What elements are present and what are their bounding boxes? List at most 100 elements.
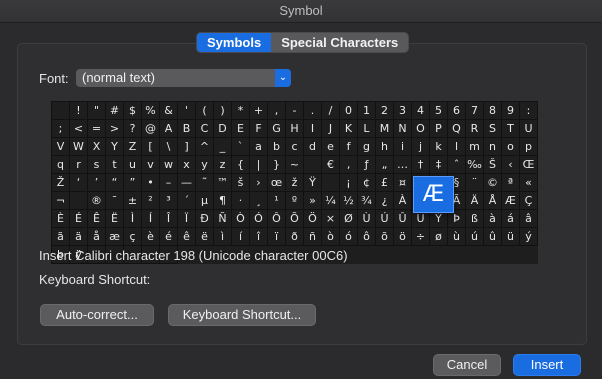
font-dropdown[interactable]: (normal text) ⌄	[76, 69, 291, 87]
symbol-cell[interactable]: L	[358, 120, 376, 138]
symbol-cell[interactable]: 2	[376, 102, 394, 120]
symbol-cell[interactable]: Ÿ	[304, 174, 322, 192]
keyboard-shortcut-button[interactable]: Keyboard Shortcut...	[168, 304, 316, 326]
symbol-cell[interactable]: W	[70, 138, 88, 156]
symbol-cell[interactable]: J	[322, 120, 340, 138]
symbol-cell[interactable]: :	[520, 102, 538, 120]
symbol-cell[interactable]: &	[160, 102, 178, 120]
symbol-cell[interactable]: D	[214, 120, 232, 138]
symbol-cell[interactable]: s	[88, 156, 106, 174]
symbol-cell[interactable]: ¢	[358, 174, 376, 192]
symbol-cell[interactable]: i	[394, 138, 412, 156]
symbol-cell[interactable]: ß	[466, 210, 484, 228]
symbol-cell[interactable]: ¨	[466, 174, 484, 192]
symbol-cell[interactable]: ’	[88, 174, 106, 192]
symbol-cell[interactable]: ý	[520, 228, 538, 246]
symbol-cell[interactable]: Ë	[106, 210, 124, 228]
symbol-cell[interactable]: ¤	[394, 174, 412, 192]
symbol-cell[interactable]: Q	[448, 120, 466, 138]
symbol-cell[interactable]: ˜	[196, 174, 214, 192]
symbol-cell[interactable]: o	[502, 138, 520, 156]
symbol-cell[interactable]: ú	[466, 228, 484, 246]
symbol-cell[interactable]: O	[412, 120, 430, 138]
symbol-cell[interactable]: Z	[124, 138, 142, 156]
symbol-cell[interactable]: ]	[178, 138, 196, 156]
symbol-cell[interactable]: m	[466, 138, 484, 156]
symbol-cell[interactable]: Ç	[520, 192, 538, 210]
symbol-cell[interactable]: p	[520, 138, 538, 156]
symbol-cell[interactable]: ™	[214, 174, 232, 192]
symbol-cell[interactable]: ,	[268, 102, 286, 120]
symbol-cell[interactable]: Ê	[88, 210, 106, 228]
symbol-cell[interactable]: ®	[88, 192, 106, 210]
symbol-cell[interactable]: ¿	[376, 192, 394, 210]
symbol-cell[interactable]	[304, 156, 322, 174]
symbol-cell[interactable]: ÷	[412, 228, 430, 246]
symbol-cell[interactable]: †	[412, 156, 430, 174]
symbol-cell[interactable]: 0	[340, 102, 358, 120]
symbol-cell[interactable]: «	[520, 174, 538, 192]
symbol-cell[interactable]: F	[250, 120, 268, 138]
symbol-cell[interactable]: Ô	[268, 210, 286, 228]
insert-button[interactable]: Insert	[513, 354, 581, 376]
symbol-cell[interactable]: 7	[466, 102, 484, 120]
symbol-cell[interactable]: r	[70, 156, 88, 174]
symbol-cell[interactable]: @	[142, 120, 160, 138]
symbol-cell[interactable]: y	[196, 156, 214, 174]
symbol-cell[interactable]: {	[232, 156, 250, 174]
symbol-cell[interactable]: í	[232, 228, 250, 246]
symbol-cell[interactable]: ã	[52, 228, 70, 246]
symbol-cell[interactable]: ¸	[250, 192, 268, 210]
symbol-cell[interactable]: œ	[268, 174, 286, 192]
symbol-cell[interactable]: c	[286, 138, 304, 156]
symbol-cell[interactable]: ›	[250, 174, 268, 192]
symbol-cell[interactable]: u	[124, 156, 142, 174]
symbol-cell[interactable]: ?	[124, 120, 142, 138]
symbol-cell[interactable]: š	[232, 174, 250, 192]
symbol-cell[interactable]: Õ	[286, 210, 304, 228]
symbol-cell[interactable]: à	[484, 210, 502, 228]
symbol-cell[interactable]: ð	[286, 228, 304, 246]
symbol-cell[interactable]: Ñ	[214, 210, 232, 228]
symbol-cell[interactable]: +	[250, 102, 268, 120]
symbol-cell[interactable]: M	[376, 120, 394, 138]
symbol-cell[interactable]: B	[178, 120, 196, 138]
symbol-cell[interactable]: ù	[448, 228, 466, 246]
symbol-cell[interactable]: Š	[484, 156, 502, 174]
symbol-cell[interactable]: ¬	[52, 192, 70, 210]
symbol-cell[interactable]: j	[412, 138, 430, 156]
symbol-cell[interactable]: ¹	[268, 192, 286, 210]
symbol-cell[interactable]: Ä	[466, 192, 484, 210]
symbol-cell[interactable]: è	[142, 228, 160, 246]
symbol-cell[interactable]: ±	[124, 192, 142, 210]
symbol-cell[interactable]: V	[52, 138, 70, 156]
symbol-cell[interactable]: R	[466, 120, 484, 138]
symbol-cell[interactable]: ²	[142, 192, 160, 210]
symbol-cell[interactable]: d	[304, 138, 322, 156]
symbol-cell[interactable]	[322, 174, 340, 192]
symbol-cell[interactable]: "	[88, 102, 106, 120]
symbol-cell[interactable]: »	[304, 192, 322, 210]
symbol-cell[interactable]: ¡	[340, 174, 358, 192]
symbol-cell[interactable]: ´	[178, 192, 196, 210]
symbol-cell[interactable]: /	[322, 102, 340, 120]
symbol-cell[interactable]: t	[106, 156, 124, 174]
symbol-cell[interactable]: (	[196, 102, 214, 120]
symbol-cell[interactable]: ó	[340, 228, 358, 246]
symbol-cell[interactable]: ¶	[214, 192, 232, 210]
symbol-cell[interactable]: ¼	[322, 192, 340, 210]
symbol-cell[interactable]: õ	[376, 228, 394, 246]
symbol-cell[interactable]: Æ	[502, 192, 520, 210]
symbol-cell[interactable]: •	[142, 174, 160, 192]
symbol-cell[interactable]: Å	[484, 192, 502, 210]
symbol-cell[interactable]: '	[178, 102, 196, 120]
symbol-cell[interactable]: N	[394, 120, 412, 138]
symbol-cell[interactable]: ³	[160, 192, 178, 210]
symbol-cell[interactable]: K	[340, 120, 358, 138]
symbol-cell[interactable]: }	[268, 156, 286, 174]
symbol-cell[interactable]: U	[520, 120, 538, 138]
symbol-cell[interactable]: Y	[106, 138, 124, 156]
symbol-cell[interactable]: £	[376, 174, 394, 192]
symbol-cell[interactable]: â	[520, 210, 538, 228]
symbol-cell[interactable]: e	[322, 138, 340, 156]
